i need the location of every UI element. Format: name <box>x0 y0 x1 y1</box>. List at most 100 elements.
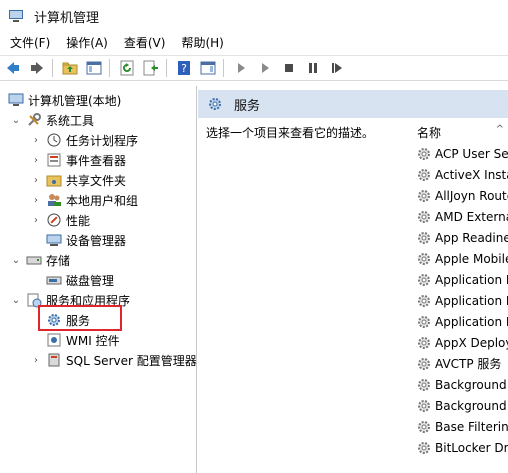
service-name: ACP User Ser <box>435 146 508 161</box>
export-list-icon[interactable] <box>140 57 162 79</box>
service-row[interactable]: Background <box>413 395 507 416</box>
toolbar-separator <box>52 59 53 77</box>
menu-file[interactable]: 文件(F) <box>4 33 56 53</box>
tree-item-shared-folders[interactable]: › 共享文件夹 <box>30 170 126 190</box>
service-row[interactable]: Apple Mobile <box>413 248 508 269</box>
tree-label: 计算机管理(本地) <box>28 93 122 108</box>
service-row[interactable]: Application L <box>413 290 508 311</box>
column-header-name[interactable]: 名称 ^ <box>413 122 508 142</box>
storage-icon <box>26 252 42 268</box>
tree-label: WMI 控件 <box>66 333 120 348</box>
service-row[interactable]: BitLocker Driv <box>413 437 508 458</box>
menu-view[interactable]: 查看(V) <box>118 33 172 53</box>
tree-item-task-scheduler[interactable]: › 任务计划程序 <box>30 130 138 150</box>
restart-icon[interactable] <box>326 57 348 79</box>
service-gear-icon <box>416 230 432 246</box>
toolbar-separator <box>166 59 167 77</box>
services-gear-icon <box>206 95 224 113</box>
tree-item-system-tools[interactable]: ⌄ 系统工具 <box>10 110 94 130</box>
chevron-down-icon[interactable]: ⌄ <box>10 294 22 306</box>
chevron-down-icon[interactable]: ⌄ <box>10 114 22 126</box>
event-viewer-icon <box>46 152 62 168</box>
service-gear-icon <box>416 272 432 288</box>
service-row[interactable]: ActiveX Insta <box>413 164 508 185</box>
service-gear-icon <box>416 293 432 309</box>
service-row[interactable]: Application Id <box>413 269 508 290</box>
tree-item-wmi-control[interactable]: WMI 控件 <box>42 330 120 350</box>
toolbar-separator <box>109 59 110 77</box>
refresh-icon[interactable] <box>116 57 138 79</box>
service-row[interactable]: AppX Deploy <box>413 332 508 353</box>
service-row[interactable]: Base Filtering <box>413 416 508 437</box>
service-name: Application Id <box>435 272 508 287</box>
service-gear-icon <box>416 335 432 351</box>
menu-help[interactable]: 帮助(H) <box>175 33 229 53</box>
service-name: Base Filtering <box>435 419 508 434</box>
tree-label: 存储 <box>46 253 71 268</box>
chevron-down-icon[interactable]: ⌄ <box>10 254 22 266</box>
tree-item-event-viewer[interactable]: › 事件查看器 <box>30 150 126 170</box>
service-row[interactable]: Application M <box>413 311 508 332</box>
service-gear-icon <box>416 146 432 162</box>
play-icon[interactable] <box>230 57 252 79</box>
forward-arrow-icon[interactable] <box>26 57 48 79</box>
title-bar: 计算机管理 <box>0 0 508 32</box>
service-row[interactable]: ACP User Ser <box>413 143 508 164</box>
tools-icon <box>26 112 42 128</box>
menu-bar: 文件(F) 操作(A) 查看(V) 帮助(H) <box>0 32 508 54</box>
chevron-right-icon[interactable]: › <box>30 134 42 146</box>
play-alt-icon[interactable] <box>254 57 276 79</box>
description-text: 选择一个项目来查看它的描述。 <box>206 126 375 140</box>
chevron-right-icon[interactable]: › <box>30 214 42 226</box>
tree-item-disk-management[interactable]: 磁盘管理 <box>42 270 114 290</box>
tree-item-storage[interactable]: ⌄ 存储 <box>10 250 70 270</box>
service-row[interactable]: AllJoyn Route <box>413 185 508 206</box>
service-gear-icon <box>416 419 432 435</box>
wmi-icon <box>46 332 62 348</box>
help-icon[interactable]: ? <box>173 57 195 79</box>
service-gear-icon <box>416 440 432 456</box>
chevron-right-icon[interactable]: › <box>30 194 42 206</box>
up-folder-icon[interactable] <box>59 57 81 79</box>
sql-server-icon <box>46 352 62 368</box>
tree-item-computer-management[interactable]: 计算机管理(本地) <box>4 90 121 110</box>
pause-icon[interactable] <box>302 57 324 79</box>
show-hide-tree-icon[interactable] <box>83 57 105 79</box>
service-name: AllJoyn Route <box>435 188 508 203</box>
tree-item-local-users-groups[interactable]: › 本地用户和组 <box>30 190 138 210</box>
panel-title: 服务 <box>234 98 261 114</box>
service-gear-icon <box>416 356 432 372</box>
sort-ascending-icon: ^ <box>495 124 504 135</box>
service-name: Background <box>435 377 507 392</box>
toolbar-separator <box>223 59 224 77</box>
toolbar: ? <box>0 55 508 81</box>
tree-label: 磁盘管理 <box>66 273 115 288</box>
service-row[interactable]: AVCTP 服务 <box>413 353 501 374</box>
show-hide-action-pane-icon[interactable] <box>197 57 219 79</box>
service-row[interactable]: App Readine <box>413 227 508 248</box>
chevron-right-icon[interactable]: › <box>30 154 42 166</box>
service-name: AppX Deploy <box>435 335 508 350</box>
navigation-tree: 计算机管理(本地) ⌄ 系统工具 › 任务计划程序 › 事件查看器 › 共享文件… <box>0 86 197 473</box>
tree-label: 本地用户和组 <box>66 193 139 208</box>
tree-item-sql-server-config[interactable]: › SQL Server 配置管理器 <box>30 350 197 370</box>
chevron-right-icon[interactable]: › <box>30 354 42 366</box>
service-row[interactable]: AMD Externa <box>413 206 508 227</box>
tree-item-performance[interactable]: › 性能 <box>30 210 90 230</box>
tree-item-device-manager[interactable]: 设备管理器 <box>42 230 126 250</box>
services-panel: 服务 选择一个项目来查看它的描述。 名称 ^ ACP User Ser Activ… <box>198 86 508 473</box>
stop-icon[interactable] <box>278 57 300 79</box>
back-arrow-icon[interactable] <box>2 57 24 79</box>
service-name: BitLocker Driv <box>435 440 508 455</box>
service-name: AMD Externa <box>435 209 508 224</box>
tree-label: 性能 <box>66 213 91 228</box>
service-row[interactable]: Background <box>413 374 507 395</box>
tree-label: SQL Server 配置管理器 <box>66 353 197 368</box>
service-gear-icon <box>416 314 432 330</box>
service-name: Application L <box>435 293 508 308</box>
chevron-right-icon[interactable]: › <box>30 174 42 186</box>
tree-label: 设备管理器 <box>66 233 127 248</box>
service-gear-icon <box>416 167 432 183</box>
menu-action[interactable]: 操作(A) <box>60 33 114 53</box>
service-name: AVCTP 服务 <box>435 357 502 371</box>
